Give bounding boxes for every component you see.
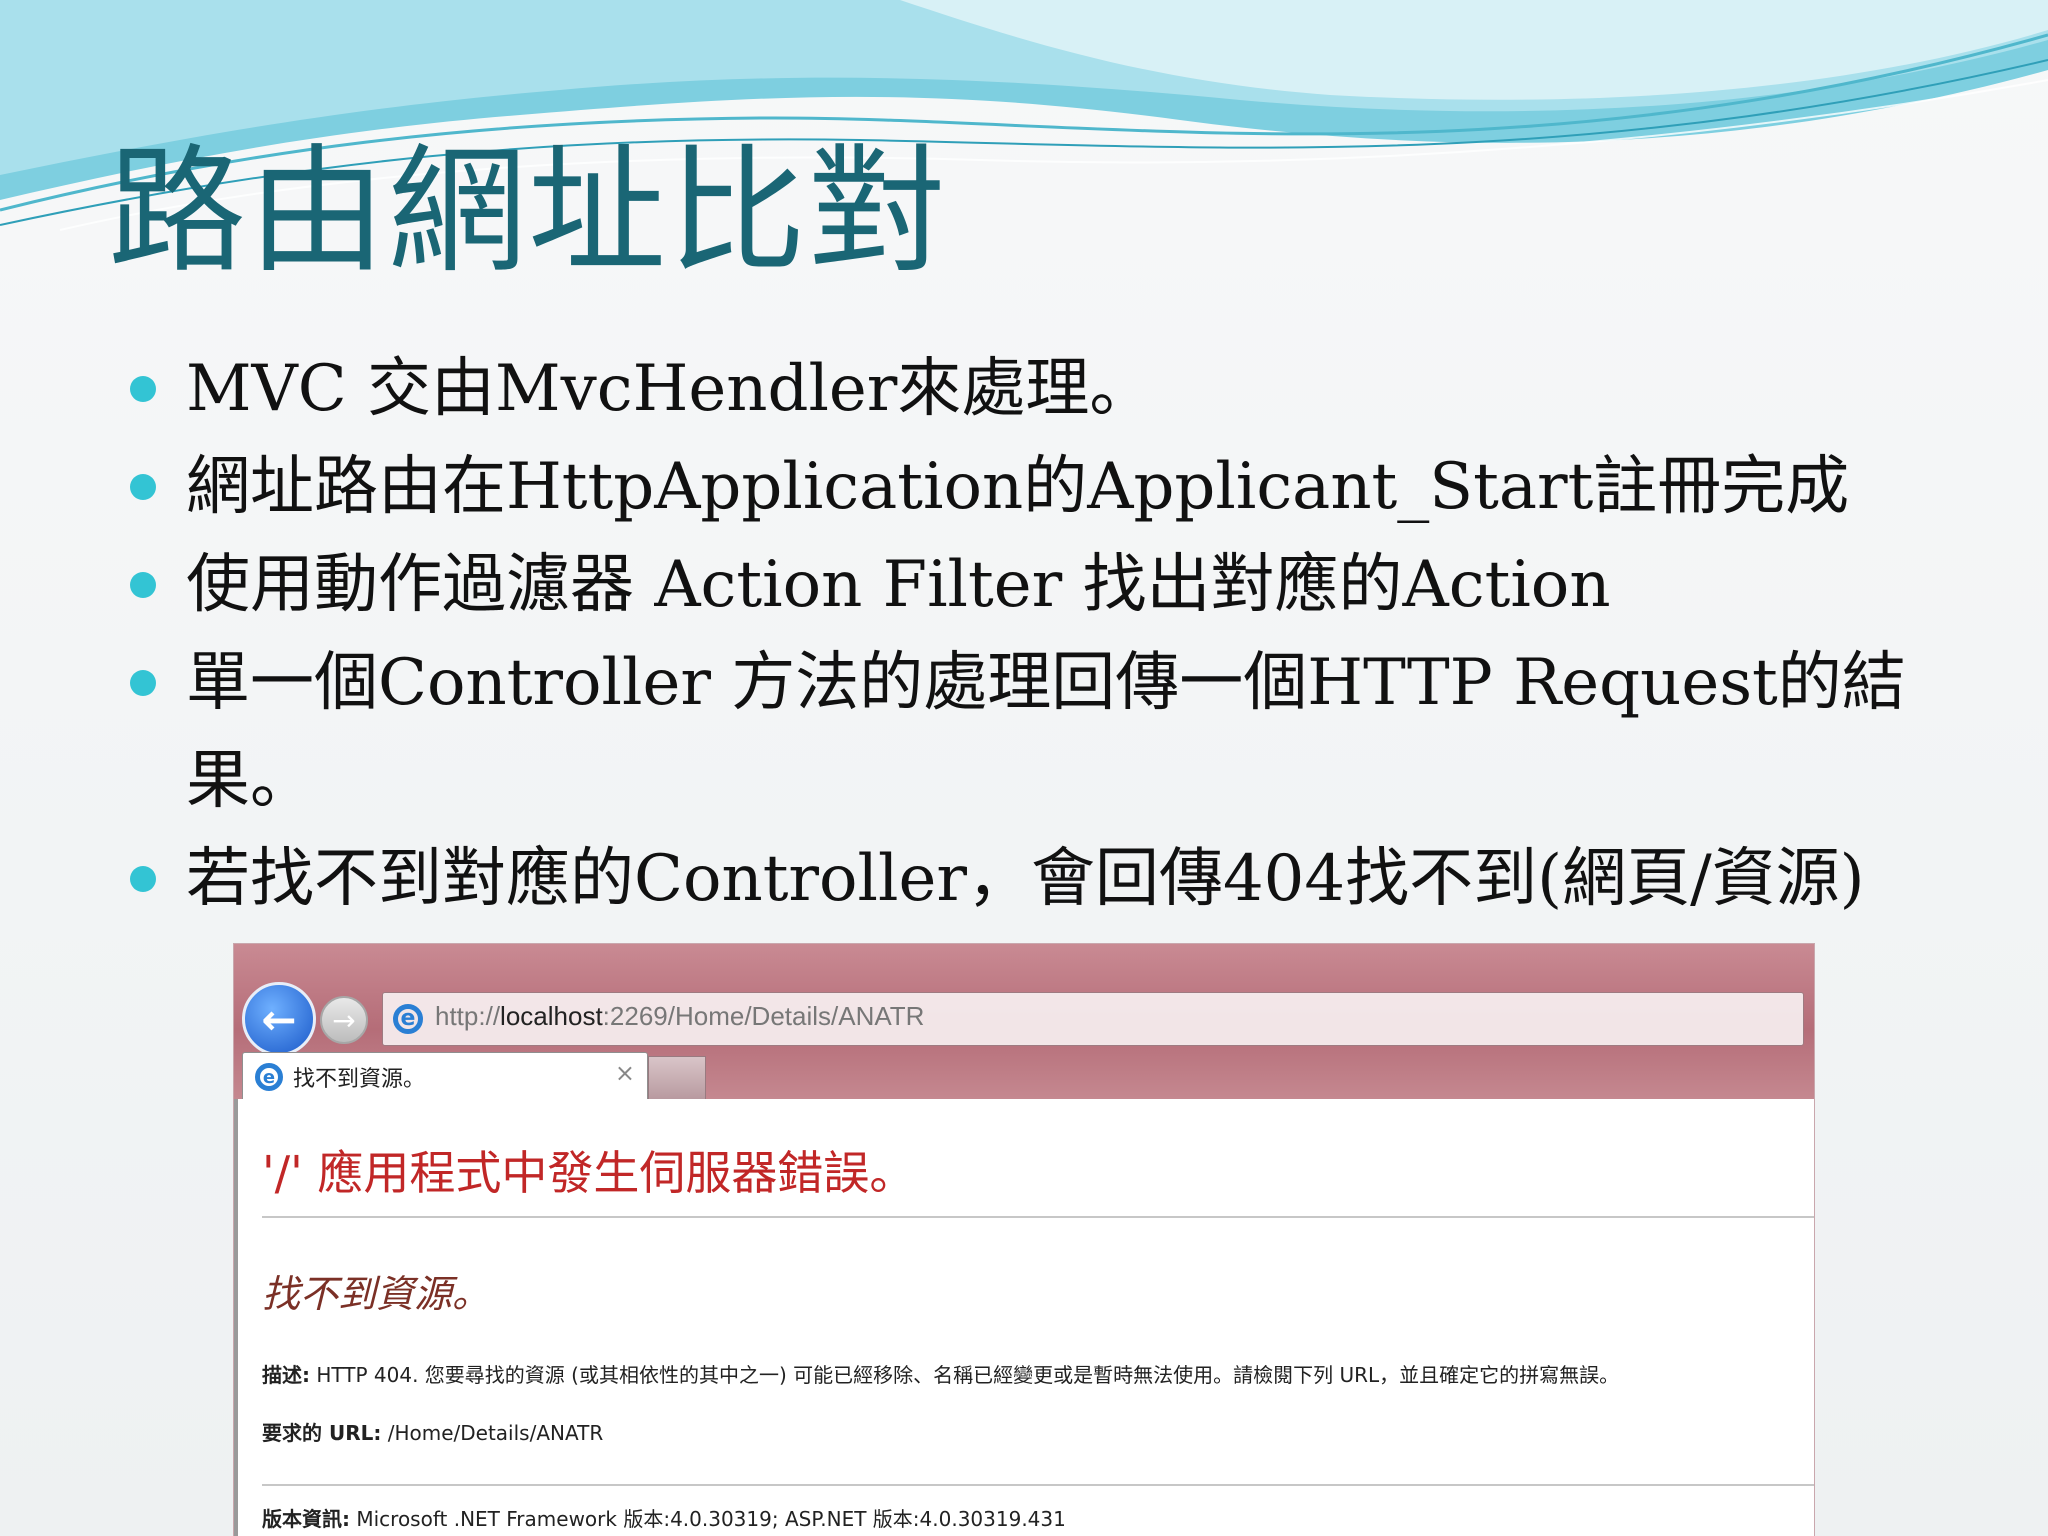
requested-url: 要求的 URL: /Home/Details/ANATR (262, 1417, 603, 1446)
address-prefix: http:// (435, 1001, 501, 1031)
bullet-text: 若找不到對應的Controller，會回傳404找不到(網頁/資源) (186, 842, 1865, 916)
address-path: :2269/Home/Details/ANATR (602, 1001, 925, 1031)
bullet-item: 網址路由在HttpApplication的Applicant_Start註冊完成 (130, 438, 1990, 536)
forward-arrow-icon[interactable]: → (320, 996, 368, 1044)
divider (262, 1216, 1814, 1218)
url-value: /Home/Details/ANATR (381, 1421, 604, 1445)
error-heading: '/' 應用程式中發生伺服器錯誤。 (262, 1146, 916, 1200)
bullet-text: MVC 交由MvcHendler來處理。 (186, 352, 1154, 426)
bullet-dot-icon (130, 376, 156, 402)
slide-title: 路由網址比對 (108, 131, 949, 292)
description-text: HTTP 404. 您要尋找的資源 (或其相依性的其中之一) 可能已經移除、名稱… (310, 1363, 1620, 1387)
bullet-dot-icon (130, 670, 156, 696)
error-page: '/' 應用程式中發生伺服器錯誤。 找不到資源。 描述: HTTP 404. 您… (234, 1099, 1814, 1536)
bullet-list: MVC 交由MvcHendler來處理。 網址路由在HttpApplicatio… (130, 340, 1990, 928)
address-host: localhost (500, 1001, 603, 1031)
bullet-dot-icon (130, 866, 156, 892)
url-label: 要求的 URL: (262, 1421, 382, 1445)
description-label: 描述: (262, 1363, 310, 1387)
bullet-item: 單一個Controller 方法的處理回傳一個HTTP Request的結果。 (130, 634, 1990, 830)
new-tab-button[interactable] (648, 1056, 706, 1100)
internet-explorer-icon: e (393, 1004, 423, 1034)
version-value: Microsoft .NET Framework 版本:4.0.30319; A… (350, 1507, 1066, 1531)
bullet-dot-icon (130, 474, 156, 500)
bullet-text: 使用動作過濾器 Action Filter 找出對應的Action (186, 548, 1611, 622)
bullet-item: 使用動作過濾器 Action Filter 找出對應的Action (130, 536, 1990, 634)
back-arrow-icon[interactable]: ← (242, 982, 316, 1056)
tab-title: 找不到資源。 (293, 1067, 426, 1092)
bullet-dot-icon (130, 572, 156, 598)
bullet-text: 網址路由在HttpApplication的Applicant_Start註冊完成 (186, 450, 1850, 524)
browser-screenshot: ← → e http://localhost:2269/Home/Details… (234, 944, 1814, 1536)
close-tab-icon[interactable]: × (615, 1059, 635, 1087)
bullet-item: MVC 交由MvcHendler來處理。 (130, 340, 1990, 438)
bullet-item: 若找不到對應的Controller，會回傳404找不到(網頁/資源) (130, 830, 1990, 928)
address-bar[interactable]: e http://localhost:2269/Home/Details/ANA… (382, 992, 1804, 1046)
bullet-text: 單一個Controller 方法的處理回傳一個HTTP Request的結果。 (186, 646, 1906, 818)
internet-explorer-icon: e (255, 1063, 283, 1091)
error-subheading: 找不到資源。 (262, 1272, 491, 1316)
address-text: http://localhost:2269/Home/Details/ANATR (435, 1001, 924, 1032)
divider (262, 1484, 1814, 1486)
browser-tab[interactable]: e 找不到資源。 × (242, 1052, 648, 1101)
version-label: 版本資訊: (262, 1507, 350, 1531)
browser-toolbar: ← → e http://localhost:2269/Home/Details… (234, 944, 1814, 1101)
error-description: 描述: HTTP 404. 您要尋找的資源 (或其相依性的其中之一) 可能已經移… (262, 1359, 1619, 1388)
version-info: 版本資訊: Microsoft .NET Framework 版本:4.0.30… (262, 1503, 1066, 1532)
